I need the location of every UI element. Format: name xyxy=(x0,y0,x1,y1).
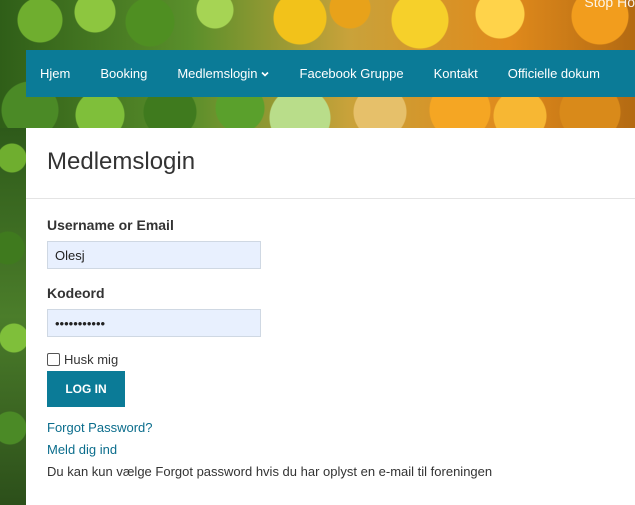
login-panel: Medlemslogin Username or Email Kodeord H… xyxy=(26,128,635,505)
main-navigation: Hjem Booking Medlemslogin Facebook Grupp… xyxy=(26,50,635,97)
nav-item-label: Facebook Gruppe xyxy=(299,66,404,81)
nav-item-officielle-dokumenter[interactable]: Officielle dokum xyxy=(493,66,615,81)
username-label: Username or Email xyxy=(47,217,174,233)
remember-checkbox[interactable] xyxy=(47,353,60,366)
forgot-password-note: Du kan kun vælge Forgot password hvis du… xyxy=(47,464,493,479)
side-background-image xyxy=(0,128,26,505)
chevron-down-icon xyxy=(260,71,269,77)
remember-me[interactable]: Husk mig xyxy=(47,352,118,367)
header-top-text: Stop Ho xyxy=(584,0,635,10)
nav-item-label: Hjem xyxy=(40,66,71,81)
nav-item-label: Booking xyxy=(100,66,148,81)
nav-item-hjem[interactable]: Hjem xyxy=(26,66,85,81)
nav-item-facebook-gruppe[interactable]: Facebook Gruppe xyxy=(285,66,419,81)
nav-item-label: Officielle dokum xyxy=(507,66,600,81)
page-title: Medlemslogin xyxy=(47,148,196,175)
password-label: Kodeord xyxy=(47,285,105,301)
remember-label: Husk mig xyxy=(64,352,119,367)
nav-item-kontakt[interactable]: Kontakt xyxy=(419,66,493,81)
username-input[interactable] xyxy=(47,241,261,269)
nav-item-medlemslogin[interactable]: Medlemslogin xyxy=(162,66,284,81)
title-divider xyxy=(26,198,635,199)
forgot-password-link[interactable]: Forgot Password? xyxy=(47,420,153,435)
login-button[interactable]: LOG IN xyxy=(47,371,125,407)
register-link[interactable]: Meld dig ind xyxy=(47,442,117,457)
nav-item-booking[interactable]: Booking xyxy=(85,66,162,81)
nav-item-label: Medlemslogin xyxy=(177,66,258,81)
nav-item-label: Kontakt xyxy=(433,66,478,81)
password-input[interactable] xyxy=(47,309,261,337)
